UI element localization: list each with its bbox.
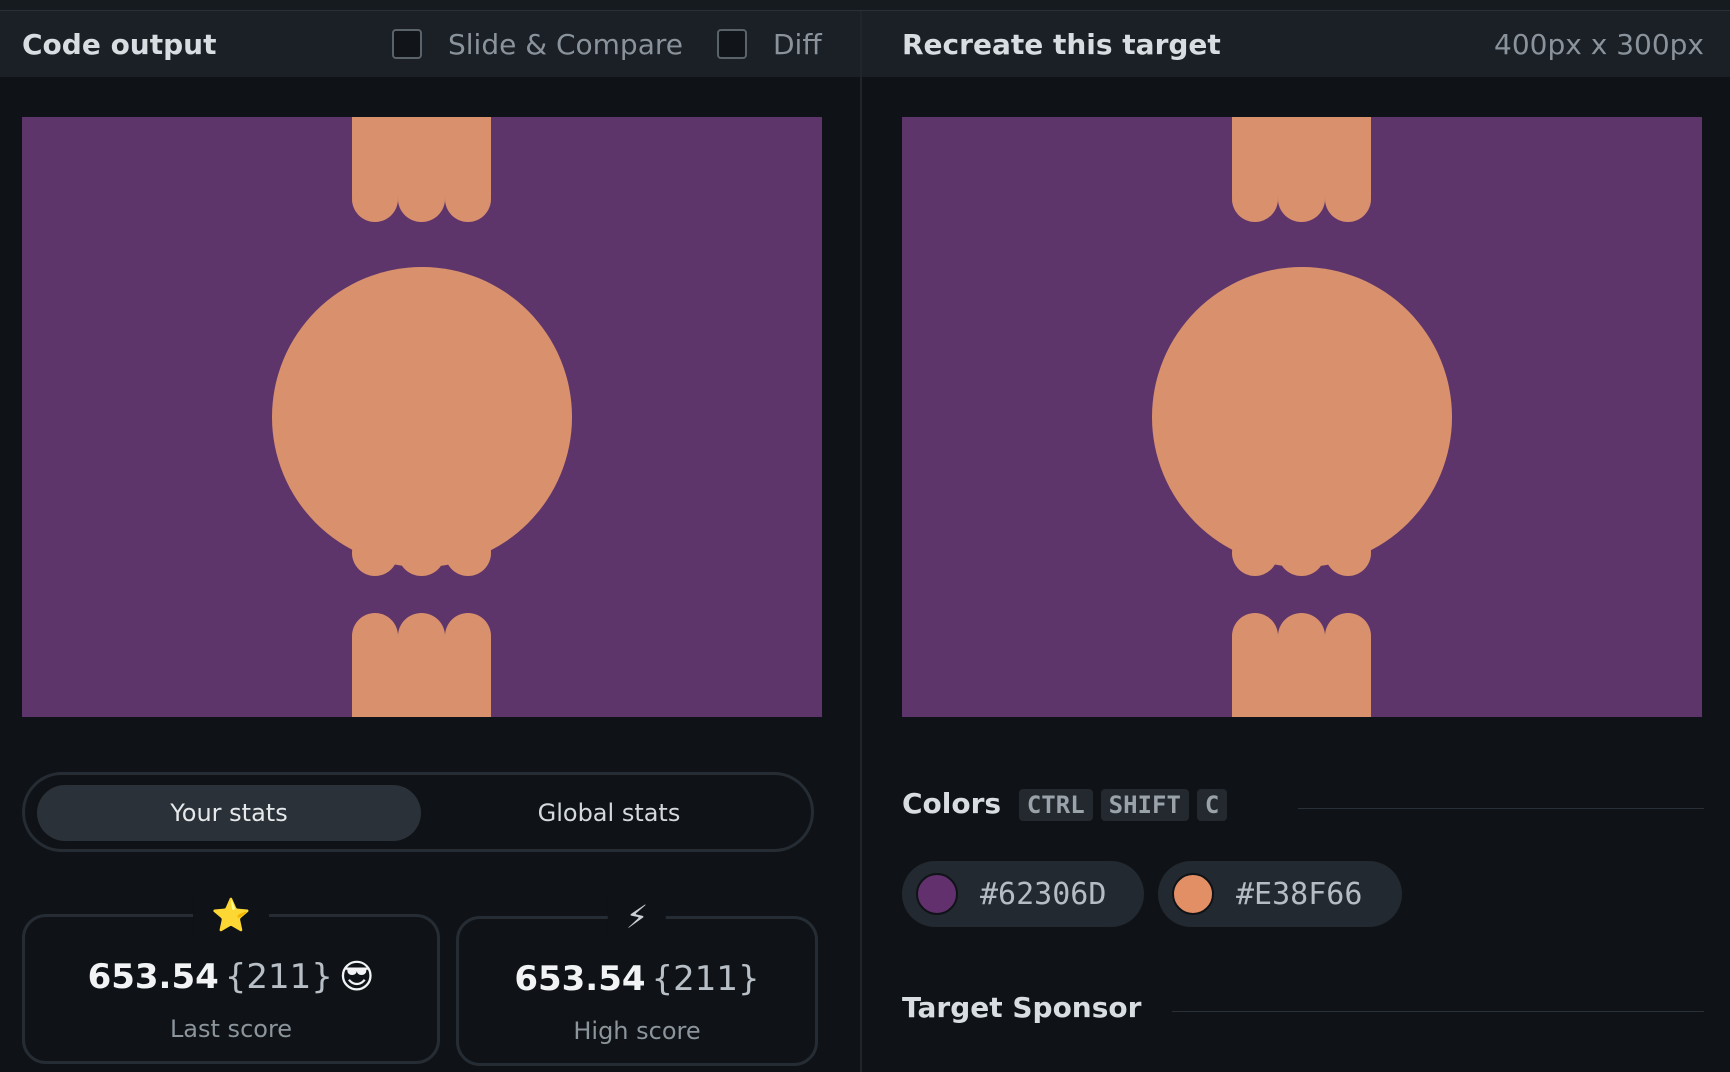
last-score-row: 653.54 {211} 😎 xyxy=(25,957,437,997)
last-score-label: Last score xyxy=(169,1015,293,1043)
star-icon: ⭐ xyxy=(193,895,269,935)
color-swatch-purple[interactable]: #62306D xyxy=(902,861,1144,927)
diff-checkbox[interactable] xyxy=(717,29,747,59)
center-circle xyxy=(1152,267,1452,567)
top-scallop xyxy=(398,176,445,222)
lightning-icon: ⚡ xyxy=(607,897,667,937)
bottom-scallop xyxy=(1325,613,1371,659)
shortcut-key-c: C xyxy=(1196,789,1228,821)
shortcut-key-ctrl: CTRL xyxy=(1018,789,1093,821)
shortcut-key-shift: SHIFT xyxy=(1100,789,1189,821)
code-output-title: Code output xyxy=(22,27,217,61)
tab-your-stats[interactable]: Your stats xyxy=(37,785,421,841)
diff-toggle[interactable]: Diff xyxy=(717,28,822,61)
middle-scallop xyxy=(1232,530,1278,576)
code-output-canvas[interactable] xyxy=(22,117,822,717)
last-score-value: 653.54 xyxy=(87,957,219,997)
last-score-count: {211} xyxy=(224,957,333,997)
top-scallop xyxy=(352,176,398,222)
tab-global-stats[interactable]: Global stats xyxy=(417,785,801,841)
color-hex-orange: #E38F66 xyxy=(1236,876,1363,912)
high-score-card: ⚡ 653.54 {211} High score xyxy=(456,897,818,1066)
diff-label: Diff xyxy=(773,27,822,61)
top-scallop xyxy=(445,176,491,222)
target-dimensions: 400px x 300px xyxy=(1494,27,1704,61)
last-score-card: ⭐ 653.54 {211} 😎 Last score xyxy=(22,895,440,1064)
middle-scallop xyxy=(1278,530,1325,576)
top-scallop xyxy=(1278,176,1325,222)
target-panel: Recreate this target 400px x 300px Color… xyxy=(862,11,1730,1072)
code-output-panel: Code output Slide & Compare Diff Your st… xyxy=(0,11,860,1072)
code-output-header: Code output Slide & Compare Diff xyxy=(0,11,860,77)
middle-scallop xyxy=(1325,530,1371,576)
color-hex-purple: #62306D xyxy=(980,876,1107,912)
middle-scallop xyxy=(445,530,491,576)
colors-divider xyxy=(1298,808,1704,809)
high-score-count: {211} xyxy=(651,959,760,999)
colors-title: Colors xyxy=(902,787,1002,820)
sponsor-divider xyxy=(1172,1011,1704,1012)
bottom-scallop xyxy=(445,613,491,659)
sunglasses-face-icon: 😎 xyxy=(338,957,375,997)
high-score-label: High score xyxy=(573,1017,701,1045)
color-dot-orange xyxy=(1172,873,1214,915)
high-score-value: 653.54 xyxy=(514,959,646,999)
target-canvas[interactable] xyxy=(902,117,1702,717)
top-strip xyxy=(0,0,1730,11)
bottom-scallop xyxy=(352,613,398,659)
bottom-scallop xyxy=(1232,613,1278,659)
top-scallop xyxy=(1232,176,1278,222)
target-title: Recreate this target xyxy=(902,27,1221,61)
slide-compare-toggle[interactable]: Slide & Compare xyxy=(392,28,683,61)
sponsor-title: Target Sponsor xyxy=(902,991,1142,1024)
middle-scallop xyxy=(352,530,398,576)
slide-compare-label: Slide & Compare xyxy=(448,27,683,61)
color-swatch-orange[interactable]: #E38F66 xyxy=(1158,861,1402,927)
middle-scallop xyxy=(398,530,445,576)
stats-toggle: Your stats Global stats xyxy=(22,772,814,852)
bottom-scallop xyxy=(398,613,445,659)
slide-compare-checkbox[interactable] xyxy=(392,29,422,59)
high-score-row: 653.54 {211} xyxy=(459,959,815,999)
center-circle xyxy=(272,267,572,567)
colors-title-row: Colors CTRL SHIFT C xyxy=(902,787,1228,821)
color-dot-purple xyxy=(916,873,958,915)
bottom-scallop xyxy=(1278,613,1325,659)
target-header: Recreate this target 400px x 300px xyxy=(862,11,1730,77)
top-scallop xyxy=(1325,176,1371,222)
